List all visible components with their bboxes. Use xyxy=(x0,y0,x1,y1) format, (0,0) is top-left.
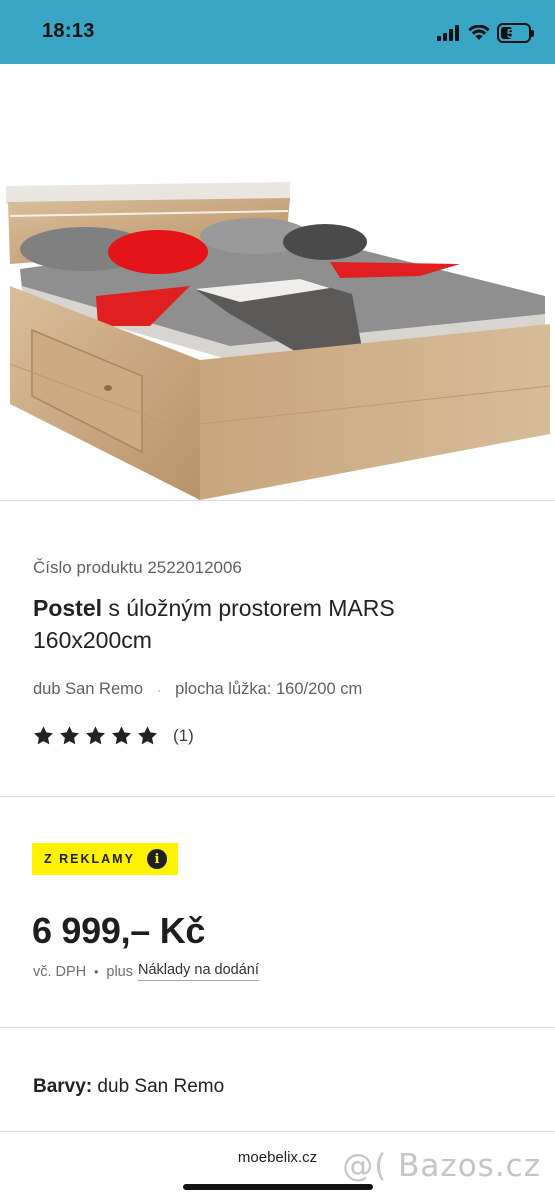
product-image[interactable] xyxy=(0,64,555,500)
status-time: 18:13 xyxy=(42,20,95,42)
vat-note: vč. DPH xyxy=(33,963,87,980)
battery-level: 50 xyxy=(506,25,522,41)
product-id: Číslo produktu 2522012006 xyxy=(33,558,242,577)
ad-badge-label: Z REKLAMY xyxy=(44,852,135,866)
attr-size: plocha lůžka: 160/200 cm xyxy=(175,680,363,698)
plus-label: plus xyxy=(106,963,133,980)
colors-row: Barvy: dub San Remo xyxy=(33,1076,224,1098)
signal-icon xyxy=(437,25,459,41)
product-attributes: dub San Remo · plocha lůžka: 160/200 cm xyxy=(33,680,362,699)
info-icon[interactable]: i xyxy=(147,849,167,869)
status-icons: 50 xyxy=(437,22,534,44)
attr-separator: · xyxy=(157,682,162,697)
attr-color: dub San Remo xyxy=(33,680,144,698)
shipping-costs-link[interactable]: Náklady na dodání xyxy=(137,962,259,981)
divider xyxy=(0,796,555,797)
star-icon xyxy=(138,726,157,745)
rating-stars xyxy=(32,725,159,747)
wifi-icon xyxy=(468,25,490,40)
star-icon xyxy=(86,726,105,745)
star-icon xyxy=(34,726,53,745)
price-note-separator: • xyxy=(94,964,99,979)
divider xyxy=(0,1027,555,1028)
rating-count[interactable]: (1) xyxy=(173,726,194,746)
product-title: Postel s úložným prostorem MARS 160x200c… xyxy=(33,592,503,656)
colors-value: dub San Remo xyxy=(92,1076,225,1097)
star-icon xyxy=(112,726,131,745)
watermark: @( Bazos.cz xyxy=(342,1148,541,1184)
price: 6 999,– Kč xyxy=(32,910,206,951)
colors-label: Barvy: xyxy=(33,1076,93,1097)
ad-badge[interactable]: Z REKLAMY i xyxy=(32,843,178,875)
battery-icon: 50 xyxy=(497,23,534,43)
product-title-bold: Postel xyxy=(33,595,103,621)
price-note: vč. DPH • plus Náklady na dodání xyxy=(33,962,259,981)
status-bar: 18:13 50 xyxy=(0,0,555,64)
divider xyxy=(0,500,555,501)
rating[interactable]: (1) xyxy=(32,725,194,747)
home-indicator[interactable] xyxy=(183,1184,373,1190)
star-icon xyxy=(60,726,79,745)
